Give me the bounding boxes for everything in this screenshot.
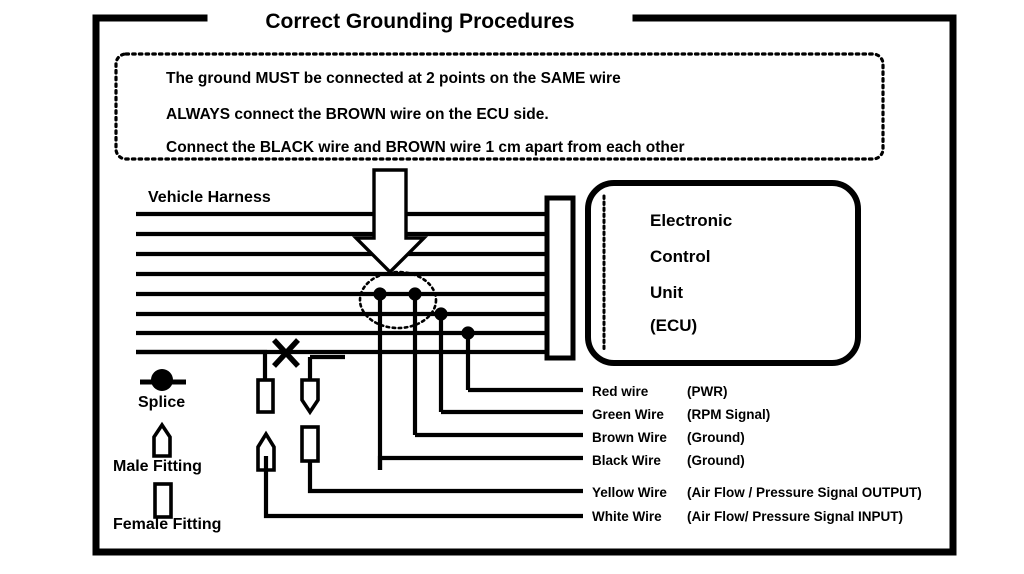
ecu-box-outline — [585, 180, 861, 366]
wire-name-yellow: Yellow Wire — [592, 485, 667, 500]
splice-dot-2 — [408, 287, 422, 301]
wire-name-green: Green Wire — [592, 407, 664, 422]
diagram-title: Correct Grounding Procedures — [265, 10, 574, 33]
grounding-procedures-diagram: Correct Grounding Procedures The ground … — [0, 0, 1024, 574]
splice-dot-4 — [461, 326, 475, 340]
legend-label-female-fitting: Female Fitting — [113, 516, 221, 533]
instruction-line-3: Connect the BLACK wire and BROWN wire 1 … — [166, 139, 684, 156]
wire-name-brown: Brown Wire — [592, 430, 667, 445]
instruction-line-1: The ground MUST be connected at 2 points… — [166, 70, 621, 87]
wire-desc-green: (RPM Signal) — [687, 407, 770, 422]
female-fitting-symbol-icon — [153, 482, 173, 519]
splice-dot-3 — [434, 307, 448, 321]
ecu-line-4: (ECU) — [650, 316, 697, 335]
wire-desc-white: (Air Flow/ Pressure Signal INPUT) — [687, 509, 903, 524]
wire-desc-black: (Ground) — [687, 453, 745, 468]
ecu-line-2: Control — [650, 247, 710, 266]
female-fitting-branch-upper — [256, 378, 275, 414]
harness-connector-block — [544, 195, 576, 361]
instruction-box: The ground MUST be connected at 2 points… — [114, 52, 885, 161]
ecu-line-3: Unit — [650, 283, 683, 302]
wire-name-black: Black Wire — [592, 453, 661, 468]
wire-name-white: White Wire — [592, 509, 662, 524]
diagram-canvas: Correct Grounding Procedures The ground … — [0, 0, 1024, 574]
legend-label-splice: Splice — [138, 394, 185, 411]
splice-dot-1 — [373, 287, 387, 301]
female-fitting-branch-lower — [300, 425, 320, 463]
wire-desc-red: (PWR) — [687, 384, 728, 399]
wire-desc-yellow: (Air Flow / Pressure Signal OUTPUT) — [687, 485, 922, 500]
wire-name-red: Red wire — [592, 384, 649, 399]
wire-desc-brown: (Ground) — [687, 430, 745, 445]
instruction-line-2: ALWAYS connect the BROWN wire on the ECU… — [166, 106, 549, 123]
vehicle-harness-label: Vehicle Harness — [148, 189, 271, 206]
legend-label-male-fitting: Male Fitting — [113, 458, 202, 475]
ecu-box: Electronic Control Unit (ECU) — [585, 180, 861, 366]
ecu-line-1: Electronic — [650, 211, 732, 230]
